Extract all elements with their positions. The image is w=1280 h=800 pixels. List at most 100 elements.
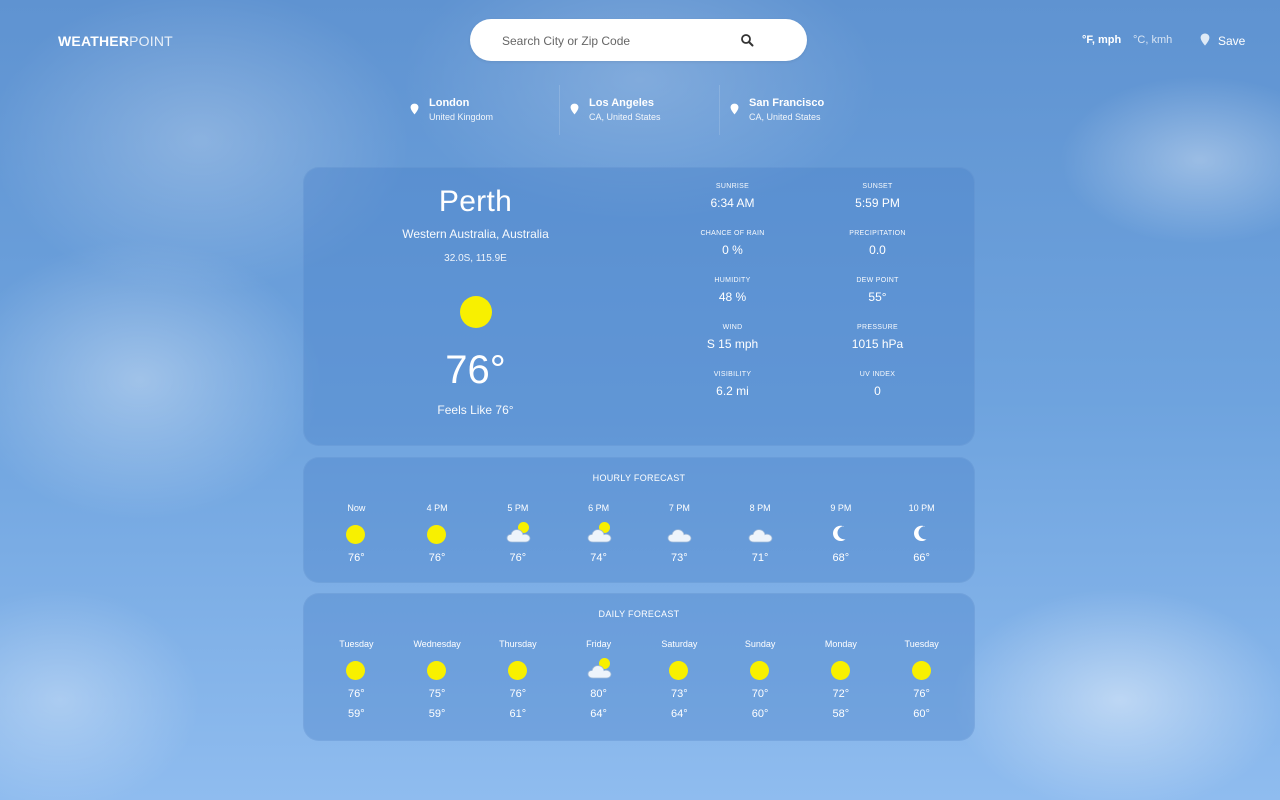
- daily-low: 58°: [832, 708, 850, 720]
- daily-low: 64°: [590, 708, 607, 720]
- saved-city-name: San Francisco: [749, 97, 825, 109]
- stat-label: PRESSURE: [857, 324, 898, 331]
- stat-label: SUNSET: [862, 183, 893, 190]
- hourly-temp: 76°: [348, 552, 365, 564]
- hourly-forecast-row: Now 76° 4 PM 76° 5 PM 76° 6 PM 74° 7 PM 73° 8 PM 71…: [316, 503, 962, 564]
- hourly-temp: 73°: [671, 552, 688, 564]
- daily-item: Friday 80° 64°: [558, 639, 639, 720]
- stat-dew-point: DEW POINT 55°: [805, 277, 950, 304]
- stat-precipitation: PRECIPITATION 0.0: [805, 230, 950, 257]
- unit-imperial-toggle[interactable]: °F, mph: [1082, 34, 1121, 46]
- daily-low: 64°: [671, 708, 688, 720]
- app-logo[interactable]: WEATHERPOINT: [58, 33, 173, 49]
- daily-day: Friday: [586, 639, 612, 649]
- stat-label: HUMIDITY: [714, 277, 751, 284]
- daily-high: 76°: [913, 688, 930, 700]
- stat-visibility: VISIBILITY 6.2 mi: [660, 371, 805, 398]
- stat-label: DEW POINT: [856, 277, 899, 284]
- hourly-forecast-title: HOURLY FORECAST: [592, 473, 686, 483]
- moon-icon: [828, 522, 854, 546]
- daily-high: 76°: [509, 688, 527, 700]
- hourly-item: Now 76°: [316, 503, 397, 564]
- current-coordinates: 32.0S, 115.9E: [444, 253, 507, 264]
- hourly-temp: 66°: [913, 552, 930, 564]
- daily-high: 75°: [428, 688, 446, 700]
- hourly-time: 4 PM: [426, 503, 448, 513]
- sun-icon: [828, 658, 854, 682]
- hourly-temp: 76°: [428, 552, 446, 564]
- stat-label: VISIBILITY: [713, 371, 752, 378]
- search-icon[interactable]: [739, 32, 755, 48]
- hourly-time: 10 PM: [908, 503, 935, 513]
- search-box[interactable]: [470, 19, 807, 61]
- hourly-time: 6 PM: [588, 503, 610, 513]
- saved-location-los-angeles[interactable]: Los Angeles CA, United States: [560, 85, 720, 135]
- current-region: Western Australia, Australia: [402, 227, 549, 241]
- hourly-time: 8 PM: [749, 503, 771, 513]
- daily-high: 76°: [348, 688, 365, 700]
- stat-pressure: PRESSURE 1015 hPa: [805, 324, 950, 351]
- daily-high: 72°: [832, 688, 850, 700]
- current-temperature: 76°: [445, 348, 506, 392]
- hourly-item: 8 PM 71°: [720, 503, 801, 564]
- sun-icon: [909, 658, 935, 682]
- stat-label: WIND: [722, 324, 743, 331]
- daily-day: Tuesday: [339, 639, 374, 649]
- stat-sunset: SUNSET 5:59 PM: [805, 183, 950, 210]
- hourly-temp: 68°: [832, 552, 850, 564]
- daily-low: 61°: [509, 708, 527, 720]
- hourly-item: 6 PM 74°: [558, 503, 639, 564]
- sun-icon: [343, 522, 369, 546]
- pin-icon: [410, 102, 419, 120]
- stat-value: 6:34 AM: [710, 196, 755, 210]
- daily-item: Sunday 70° 60°: [720, 639, 801, 720]
- daily-item: Saturday 73° 64°: [639, 639, 720, 720]
- current-weather-card: Perth Western Australia, Australia 32.0S…: [303, 167, 975, 446]
- hourly-item: 10 PM 66°: [881, 503, 962, 564]
- hourly-item: 5 PM 76°: [478, 503, 559, 564]
- stat-value: 48 %: [718, 290, 747, 304]
- saved-city-name: London: [429, 97, 470, 109]
- daily-low: 60°: [913, 708, 930, 720]
- daily-day: Monday: [824, 639, 857, 649]
- pin-icon: [730, 102, 739, 120]
- daily-item: Monday 72° 58°: [801, 639, 882, 720]
- sun-icon: [424, 522, 450, 546]
- hourly-time: 5 PM: [507, 503, 529, 513]
- daily-day: Wednesday: [413, 639, 461, 649]
- hourly-time: 9 PM: [830, 503, 852, 513]
- saved-city-name: Los Angeles: [589, 97, 654, 109]
- daily-high: 80°: [590, 688, 607, 700]
- save-location-button[interactable]: Save: [1200, 33, 1245, 49]
- save-label: Save: [1218, 34, 1246, 48]
- daily-high: 73°: [671, 688, 688, 700]
- stat-label: CHANCE OF RAIN: [700, 230, 765, 237]
- logo-light-text: POINT: [129, 33, 173, 49]
- saved-city-region: United Kingdom: [429, 112, 494, 122]
- saved-location-london[interactable]: London United Kingdom: [400, 85, 560, 135]
- stat-uv-index: UV INDEX 0: [805, 371, 950, 398]
- saved-location-san-francisco[interactable]: San Francisco CA, United States: [720, 85, 880, 135]
- sun-icon: [343, 658, 369, 682]
- daily-forecast-row: Tuesday 76° 59° Wednesday 75° 59° Thursday 76° 6…: [316, 639, 962, 720]
- hourly-item: 7 PM 73°: [639, 503, 720, 564]
- stat-value: S 15 mph: [706, 337, 759, 351]
- sun-icon: [747, 658, 773, 682]
- sun-icon: [505, 658, 531, 682]
- saved-city-region: CA, United States: [589, 112, 661, 122]
- sun-icon: [424, 658, 450, 682]
- stat-label: UV INDEX: [859, 371, 896, 378]
- daily-day: Thursday: [499, 639, 537, 649]
- saved-city-region: CA, United States: [749, 112, 821, 122]
- stat-chance-of-rain: CHANCE OF RAIN 0 %: [660, 230, 805, 257]
- daily-low: 59°: [428, 708, 446, 720]
- search-input[interactable]: [500, 29, 744, 53]
- hourly-temp: 71°: [751, 552, 769, 564]
- stat-value: 1015 hPa: [851, 337, 904, 351]
- stat-value: 5:59 PM: [855, 196, 900, 210]
- hourly-temp: 76°: [509, 552, 527, 564]
- unit-metric-toggle[interactable]: °C, kmh: [1133, 34, 1172, 46]
- pin-icon: [1200, 33, 1210, 49]
- moon-icon: [909, 522, 935, 546]
- hourly-item: 9 PM 68°: [801, 503, 882, 564]
